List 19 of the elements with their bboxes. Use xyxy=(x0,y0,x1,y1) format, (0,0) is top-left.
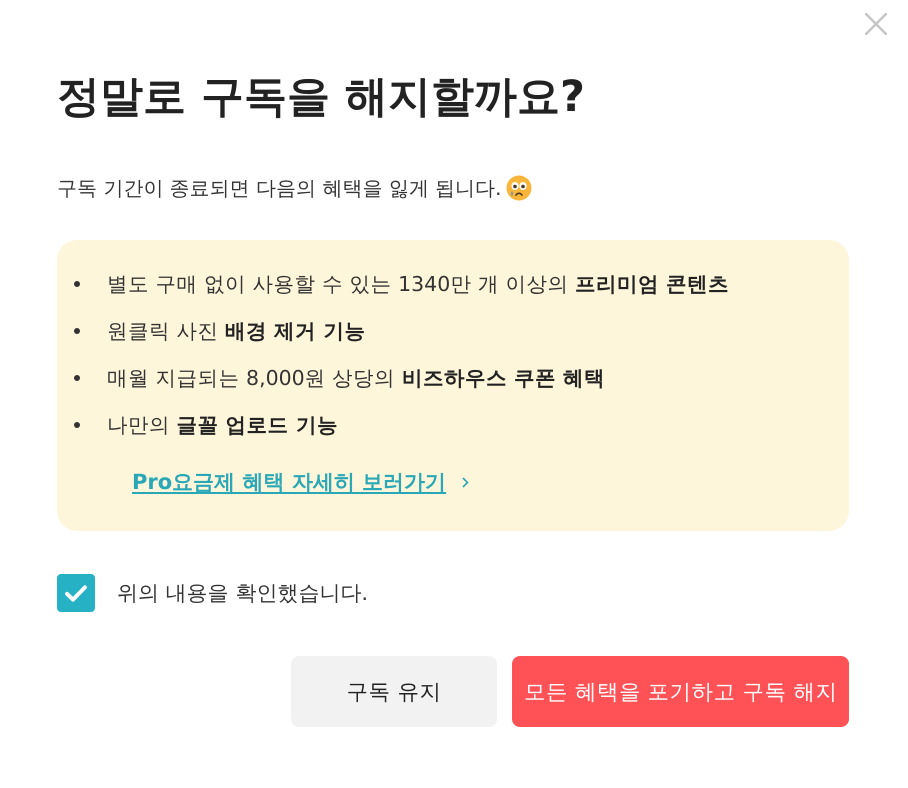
benefit-text: 별도 구매 없이 사용할 수 있는 1340만 개 이상의 프리미엄 콘텐츠 xyxy=(107,271,729,298)
bullet-icon xyxy=(74,328,80,334)
benefit-text: 나만의 글꼴 업로드 기능 xyxy=(107,412,338,439)
message-text: 구독 기간이 종료되면 다음의 혜택을 잃게 됩니다. xyxy=(57,175,502,202)
keep-subscription-button[interactable]: 구독 유지 xyxy=(291,656,497,727)
bullet-icon xyxy=(74,281,80,287)
teary-face-icon xyxy=(506,175,532,201)
benefit-text: 매월 지급되는 8,000원 상당의 비즈하우스 쿠폰 혜택 xyxy=(107,365,606,392)
checkbox[interactable] xyxy=(57,574,95,612)
chevron-right-icon xyxy=(462,476,470,488)
benefit-text: 원클릭 사진 배경 제거 기능 xyxy=(107,318,366,345)
benefits-link[interactable]: Pro요금제 혜택 자세히 보러가기 xyxy=(132,468,446,496)
bullet-icon xyxy=(74,375,80,381)
close-icon[interactable] xyxy=(865,13,887,35)
cancel-subscription-button[interactable]: 모든 혜택을 포기하고 구독 해지 xyxy=(512,656,849,727)
check-icon xyxy=(65,584,87,602)
dialog-title: 정말로 구독을 해지할까요? xyxy=(57,73,586,121)
bullet-icon xyxy=(74,422,80,428)
checkbox-label: 위의 내용을 확인했습니다. xyxy=(117,580,368,607)
